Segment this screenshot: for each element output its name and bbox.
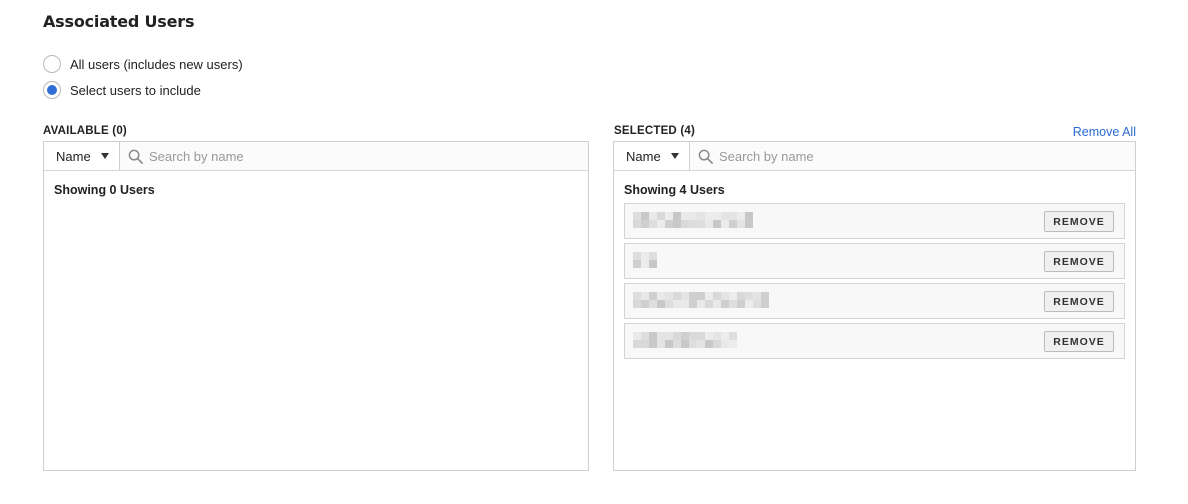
selected-search-input[interactable] [719, 142, 1135, 170]
selected-users-list: REMOVE REMOVE REMOVE REMOVE [624, 203, 1125, 359]
remove-all-link[interactable]: Remove All [1073, 125, 1136, 139]
radio-selected-dot [47, 85, 57, 95]
radio-label-all-users: All users (includes new users) [70, 56, 243, 72]
available-filter-select[interactable]: Name [44, 142, 120, 170]
available-search-input[interactable] [149, 142, 588, 170]
available-showing-count: Showing 0 Users [54, 183, 155, 197]
radio-select-users[interactable]: Select users to include [43, 80, 201, 100]
caret-down-icon [671, 153, 679, 159]
redacted-user-name [633, 212, 753, 232]
section-title: Associated Users [43, 12, 195, 31]
available-search-bar: Name [44, 142, 588, 171]
search-icon [698, 149, 713, 164]
remove-button[interactable]: REMOVE [1044, 331, 1114, 352]
available-search-wrap [120, 142, 588, 170]
available-filter-value: Name [56, 148, 91, 164]
list-item: REMOVE [624, 203, 1125, 239]
selected-filter-select[interactable]: Name [614, 142, 690, 170]
remove-button[interactable]: REMOVE [1044, 291, 1114, 312]
selected-heading: SELECTED (4) [614, 125, 695, 137]
list-item: REMOVE [624, 323, 1125, 359]
selected-search-wrap [690, 142, 1135, 170]
list-item: REMOVE [624, 283, 1125, 319]
radio-label-select-users: Select users to include [70, 82, 201, 98]
available-panel: Name Showing 0 Users [43, 141, 589, 471]
selected-filter-value: Name [626, 148, 661, 164]
redacted-user-name [633, 332, 737, 352]
selected-search-bar: Name [614, 142, 1135, 171]
remove-button[interactable]: REMOVE [1044, 251, 1114, 272]
selected-showing-count: Showing 4 Users [624, 183, 725, 197]
radio-button-all-users[interactable] [43, 55, 61, 73]
caret-down-icon [101, 153, 109, 159]
list-item: REMOVE [624, 243, 1125, 279]
selected-panel: Name Showing 4 Users REMOVE REMOVE [613, 141, 1136, 471]
radio-all-users[interactable]: All users (includes new users) [43, 54, 243, 74]
redacted-user-name [633, 292, 769, 312]
search-icon [128, 149, 143, 164]
radio-button-select-users[interactable] [43, 81, 61, 99]
associated-users-page: Associated Users All users (includes new… [0, 0, 1188, 504]
available-heading: AVAILABLE (0) [43, 125, 127, 137]
remove-button[interactable]: REMOVE [1044, 211, 1114, 232]
redacted-user-name [633, 252, 657, 272]
